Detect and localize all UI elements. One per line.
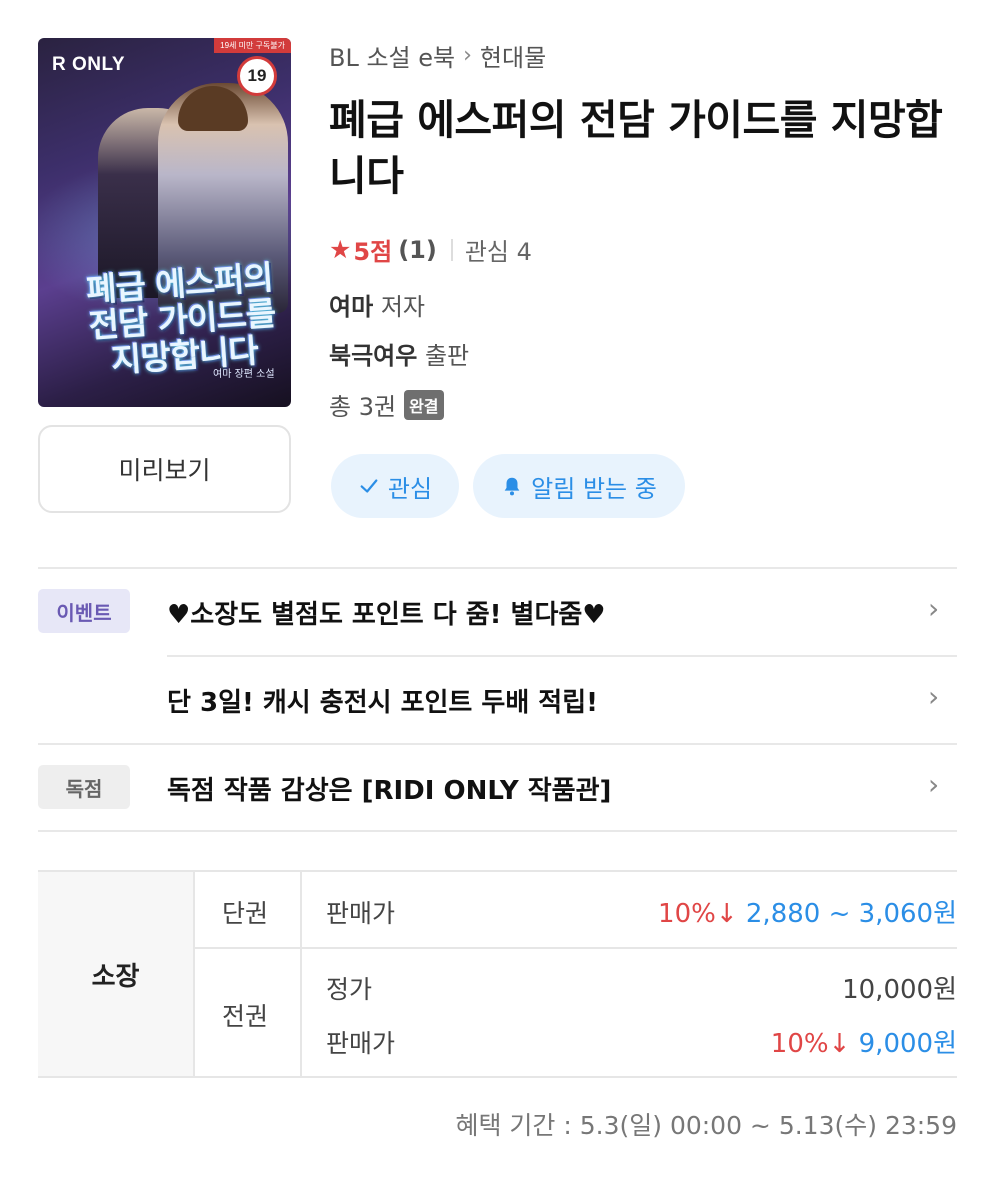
completed-badge: 완결 bbox=[404, 389, 444, 420]
volume-line: 총 3권 완결 bbox=[329, 387, 444, 422]
author-name[interactable]: 여마 bbox=[329, 293, 373, 321]
divider bbox=[193, 872, 195, 1076]
author-line: 여마 저자 bbox=[329, 287, 425, 322]
book-title: 폐급 에스퍼의 전담 가이드를 지망합니다 bbox=[329, 96, 943, 200]
price-table: 소장 단권 판매가 10%↓ 2,880 ~ 3,060원 전권 정가 10,0… bbox=[38, 870, 957, 1078]
ownership-label: 소장 bbox=[38, 872, 193, 1076]
chevron-right-icon[interactable]: › bbox=[928, 768, 939, 801]
notification-label: 알림 받는 중 bbox=[531, 474, 657, 503]
cover-title-art: 폐급 에스퍼의 전담 가이드를 지망합니다 bbox=[84, 257, 277, 380]
check-icon bbox=[360, 479, 378, 493]
wishlist-label: 관심 bbox=[387, 474, 433, 503]
single-price-range: 2,880 ~ 3,060원 bbox=[745, 899, 957, 929]
chevron-right-icon[interactable]: › bbox=[928, 592, 939, 625]
breadcrumb-category[interactable]: BL 소설 e북 bbox=[329, 38, 455, 73]
divider bbox=[300, 872, 302, 1076]
star-icon: ★ bbox=[329, 235, 352, 264]
cover-subtitle: 여마 장편 소설 bbox=[213, 369, 275, 380]
author-role: 저자 bbox=[380, 293, 425, 321]
publisher-name[interactable]: 북극여우 bbox=[329, 342, 417, 370]
divider bbox=[167, 655, 957, 657]
volume-count: 총 3권 bbox=[329, 393, 397, 421]
wishlist-button[interactable]: 관심 bbox=[331, 454, 459, 518]
single-discount: 10%↓ bbox=[658, 899, 738, 929]
event-tag: 이벤트 bbox=[38, 589, 130, 633]
divider bbox=[38, 830, 957, 832]
full-sale-label: 판매가 bbox=[326, 1029, 396, 1058]
single-sale-label: 판매가 bbox=[326, 899, 396, 928]
regular-price-label: 정가 bbox=[326, 975, 373, 1004]
r-only-logo: R ONLY bbox=[52, 54, 126, 75]
full-discount: 10%↓ bbox=[770, 1029, 851, 1059]
publisher-line: 북극여우 출판 bbox=[329, 336, 469, 371]
event-item-1[interactable]: ♥소장도 별점도 포인트 다 줌! 별다줌♥ bbox=[167, 594, 606, 631]
divider bbox=[450, 238, 453, 261]
event-item-2[interactable]: 단 3일! 캐시 충전시 포인트 두배 적립! bbox=[167, 682, 598, 719]
rating-count[interactable]: (1) bbox=[398, 236, 437, 264]
full-sale-amount: 9,000원 bbox=[858, 1029, 957, 1059]
breadcrumb-subcategory[interactable]: 현대물 bbox=[480, 38, 546, 73]
divider bbox=[38, 743, 957, 745]
chevron-right-icon: › bbox=[463, 43, 472, 68]
chevron-right-icon[interactable]: › bbox=[928, 680, 939, 713]
exclusive-tag: 독점 bbox=[38, 765, 130, 809]
rating-row: ★ 5점 (1) 관심 4 bbox=[329, 232, 532, 267]
full-set-label: 전권 bbox=[222, 1002, 269, 1031]
divider bbox=[38, 567, 957, 569]
preview-button[interactable]: 미리보기 bbox=[38, 425, 291, 513]
book-cover[interactable]: R ONLY 19세 미만 구독불가 19 폐급 에스퍼의 전담 가이드를 지망… bbox=[38, 38, 291, 407]
breadcrumb: BL 소설 e북 › 현대물 bbox=[329, 38, 546, 73]
bell-icon bbox=[504, 477, 520, 496]
single-volume-label: 단권 bbox=[222, 899, 269, 928]
benefit-period: 혜택 기간 : 5.3(일) 00:00 ~ 5.13(수) 23:59 bbox=[455, 1111, 957, 1140]
age-rating-badge: 19 bbox=[237, 56, 277, 96]
notification-button[interactable]: 알림 받는 중 bbox=[473, 454, 685, 518]
wishlist-count: 관심 4 bbox=[464, 238, 532, 266]
publisher-role: 출판 bbox=[424, 342, 470, 370]
regular-price: 10,000원 bbox=[842, 975, 957, 1005]
rating-score[interactable]: 5점 bbox=[353, 232, 392, 267]
divider bbox=[193, 947, 957, 949]
single-price: 10%↓ 2,880 ~ 3,060원 bbox=[658, 893, 957, 930]
exclusive-item[interactable]: 독점 작품 감상은 [RIDI ONLY 작품관] bbox=[167, 770, 611, 807]
age-notice: 19세 미만 구독불가 bbox=[214, 38, 291, 53]
full-sale-price: 10%↓ 9,000원 bbox=[771, 1023, 957, 1060]
